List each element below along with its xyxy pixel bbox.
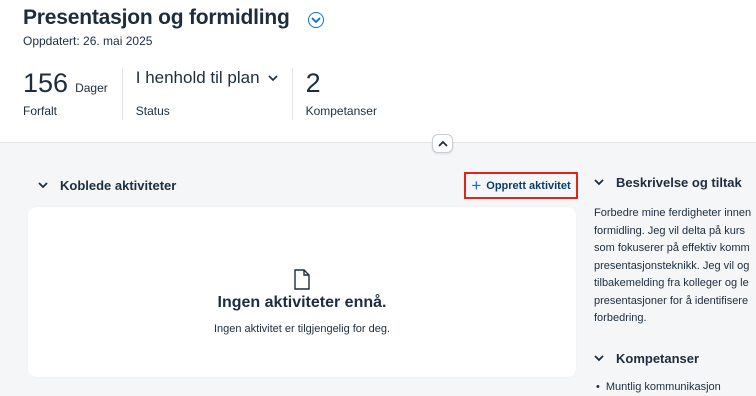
title-expand-button[interactable] xyxy=(307,11,324,28)
chevron-down-icon xyxy=(38,182,48,189)
description-line: tilbakemelding fra kolleger og le xyxy=(594,277,749,289)
object-page-header: Presentasjon og formidling Oppdatert: 26… xyxy=(0,0,756,143)
bullet-icon: • xyxy=(596,381,600,393)
kpi-skills: 2 Kompetanser xyxy=(291,68,391,120)
competencies-title: Kompetanser xyxy=(616,351,700,366)
kpi-status: I henhold til plan Status xyxy=(121,68,292,120)
document-icon xyxy=(294,269,310,290)
list-item: Muntlig kommunikasjon xyxy=(605,381,721,393)
skills-label: Kompetanser xyxy=(305,104,377,118)
description-line: forbedring. xyxy=(594,312,647,324)
create-activity-button[interactable]: + Opprett aktivitet xyxy=(464,172,578,199)
plus-icon: + xyxy=(471,176,482,195)
due-label: Forfalt xyxy=(23,104,58,118)
empty-state-title: Ingen aktiviteter ennå. xyxy=(217,294,387,311)
competencies-list: • Muntlig kommunikasjon xyxy=(596,381,721,393)
chevron-down-icon xyxy=(594,355,604,362)
last-updated: Oppdatert: 26. mai 2025 xyxy=(23,34,153,48)
due-days-value: 156 xyxy=(23,68,69,98)
description-line: Forbedre mine ferdigheter innen xyxy=(594,207,752,219)
description-title: Beskrivelse og tiltak xyxy=(616,175,742,190)
linked-activities-title: Koblede aktiviteter xyxy=(60,178,177,193)
page-title: Presentasjon og formidling xyxy=(23,6,290,29)
status-value: I henhold til plan xyxy=(135,68,260,87)
linked-activities-header[interactable]: Koblede aktiviteter xyxy=(38,178,176,193)
chevron-up-icon xyxy=(437,140,448,147)
competencies-header[interactable]: Kompetanser xyxy=(594,351,699,366)
description-text: Forbedre mine ferdigheter innen formidli… xyxy=(594,205,756,328)
chevron-down-icon xyxy=(311,16,321,23)
skills-count: 2 xyxy=(305,68,321,98)
status-select[interactable]: I henhold til plan xyxy=(136,68,278,88)
description-line: presentasjonsteknikk. Jeg vil og xyxy=(594,259,750,272)
due-days-unit: Dager xyxy=(75,81,108,95)
kpi-strip: 156 Dager Forfalt I henhold til plan Sta… xyxy=(23,68,391,120)
description-line: presentasjoner for å identifisere xyxy=(594,294,749,307)
collapse-header-button[interactable] xyxy=(432,134,453,153)
empty-state-subtitle: Ingen aktivitet er tilgjengelig for deg. xyxy=(213,323,391,335)
chevron-down-icon xyxy=(594,179,604,186)
chevron-down-icon xyxy=(268,74,278,81)
description-header[interactable]: Beskrivelse og tiltak xyxy=(594,175,742,190)
status-label: Status xyxy=(135,104,170,118)
description-line: formidling. Jeg vil delta på kurs xyxy=(594,224,746,237)
create-activity-label: Opprett aktivitet xyxy=(486,179,571,192)
title-row: Presentasjon og formidling xyxy=(23,6,324,30)
activities-card: Ingen aktiviteter ennå. Ingen aktivitet … xyxy=(28,207,576,377)
description-line: som fokuserer på effektiv komm xyxy=(594,242,750,254)
kpi-due: 156 Dager Forfalt xyxy=(23,68,122,120)
